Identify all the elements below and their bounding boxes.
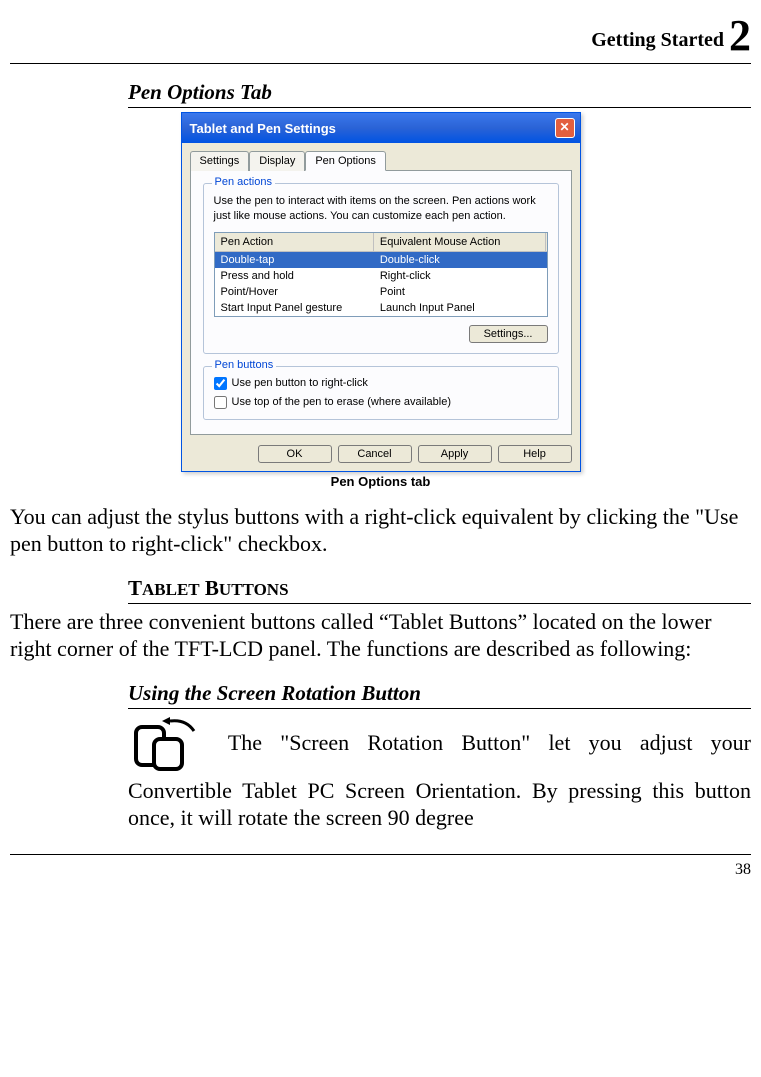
chapter-number: 2: [729, 11, 751, 60]
titlebar: Tablet and Pen Settings ✕: [182, 113, 580, 143]
header-equiv: Equivalent Mouse Action: [374, 233, 547, 251]
dialog-button-row: OK Cancel Apply Help: [190, 445, 572, 463]
cancel-button[interactable]: Cancel: [338, 445, 412, 463]
cell-equiv: Point: [374, 284, 547, 300]
groupbox-label: Pen actions: [212, 176, 275, 188]
checkbox-label: Use pen button to right-click: [232, 377, 368, 389]
cell-action: Point/Hover: [215, 284, 374, 300]
listview-row[interactable]: Double-tap Double-click: [215, 252, 547, 268]
section-title-pen-options: Pen Options Tab: [128, 80, 751, 108]
listview-pen-actions[interactable]: Pen Action Equivalent Mouse Action Doubl…: [214, 232, 548, 317]
cell-equiv: Right-click: [374, 268, 547, 284]
rotation-icon: [128, 713, 208, 773]
cell-equiv: Double-click: [374, 252, 547, 268]
page-number: 38: [735, 861, 751, 878]
groupbox-label: Pen buttons: [212, 359, 277, 371]
figure-caption: Pen Options tab: [10, 474, 751, 489]
cell-equiv: Launch Input Panel: [374, 300, 547, 316]
tab-display[interactable]: Display: [249, 151, 305, 171]
chapter-title: Getting Started: [591, 29, 729, 51]
groupbox-pen-buttons: Pen buttons Use pen button to right-clic…: [203, 366, 559, 420]
checkbox-row-erase: Use top of the pen to erase (where avail…: [214, 396, 548, 409]
tab-pen-options[interactable]: Pen Options: [305, 151, 386, 171]
checkbox-erase[interactable]: [214, 396, 227, 409]
rotation-text: The "Screen Rotation Button" let you adj…: [128, 730, 751, 830]
page-header: Getting Started 2: [10, 10, 751, 64]
dialog-tablet-pen-settings: Tablet and Pen Settings ✕ Settings Displ…: [181, 112, 581, 472]
heading-tablet-buttons: TABLET BUTTONS: [128, 576, 751, 604]
groupbox-desc: Use the pen to interact with items on th…: [214, 194, 548, 224]
page-footer: 38: [10, 854, 751, 879]
checkbox-right-click[interactable]: [214, 377, 227, 390]
paragraph-3: The "Screen Rotation Button" let you adj…: [128, 713, 751, 832]
cell-action: Start Input Panel gesture: [215, 300, 374, 316]
ok-button[interactable]: OK: [258, 445, 332, 463]
close-button[interactable]: ✕: [555, 118, 575, 138]
apply-button[interactable]: Apply: [418, 445, 492, 463]
cell-action: Press and hold: [215, 268, 374, 284]
tab-strip: Settings Display Pen Options: [190, 151, 572, 171]
dialog-title: Tablet and Pen Settings: [190, 121, 336, 136]
tab-settings[interactable]: Settings: [190, 151, 250, 171]
tab-content: Pen actions Use the pen to interact with…: [190, 170, 572, 435]
section-title-rotation: Using the Screen Rotation Button: [128, 681, 751, 709]
cell-action: Double-tap: [215, 252, 374, 268]
header-pen-action: Pen Action: [215, 233, 374, 251]
help-button[interactable]: Help: [498, 445, 572, 463]
groupbox-pen-actions: Pen actions Use the pen to interact with…: [203, 183, 559, 354]
listview-row[interactable]: Press and hold Right-click: [215, 268, 547, 284]
listview-row[interactable]: Start Input Panel gesture Launch Input P…: [215, 300, 547, 316]
settings-button[interactable]: Settings...: [469, 325, 548, 343]
listview-row[interactable]: Point/Hover Point: [215, 284, 547, 300]
paragraph-1: You can adjust the stylus buttons with a…: [10, 503, 751, 558]
checkbox-row-right-click: Use pen button to right-click: [214, 377, 548, 390]
paragraph-2: There are three convenient buttons calle…: [10, 608, 751, 663]
listview-header: Pen Action Equivalent Mouse Action: [215, 233, 547, 252]
checkbox-label: Use top of the pen to erase (where avail…: [232, 396, 452, 408]
